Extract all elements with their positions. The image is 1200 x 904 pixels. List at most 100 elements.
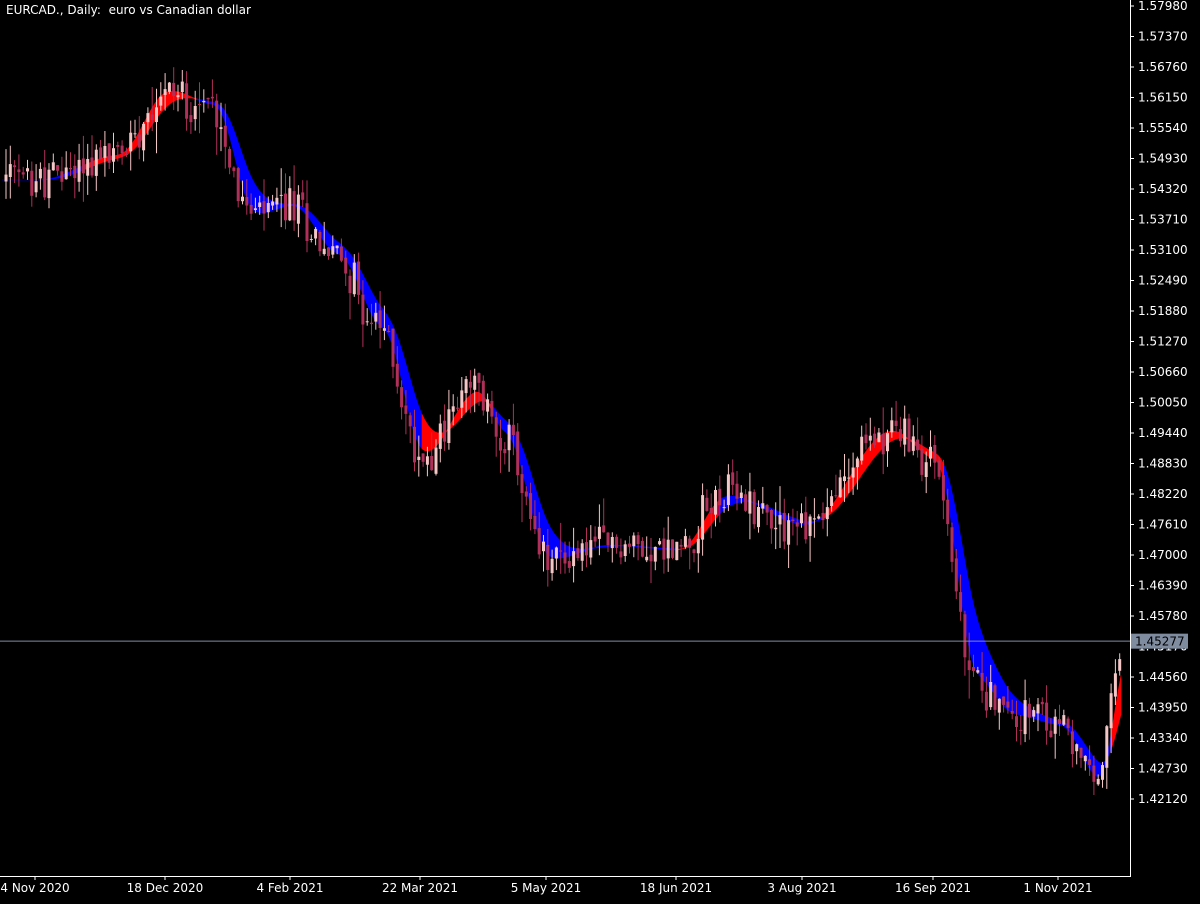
candle-body — [512, 425, 515, 435]
y-tick-label: 1.51270 — [1138, 335, 1188, 349]
candle-body — [736, 484, 739, 499]
candle-body — [241, 197, 244, 202]
candle-body — [680, 545, 683, 547]
candle-body — [748, 491, 751, 513]
candle-body — [1067, 719, 1070, 728]
candle-body — [95, 150, 98, 176]
candle-body — [796, 522, 799, 526]
candle-body — [903, 419, 906, 445]
candle-body — [39, 169, 42, 179]
candle-body — [103, 146, 106, 158]
candle-body — [306, 203, 309, 241]
candle-body — [413, 427, 416, 463]
candle-body — [607, 533, 610, 546]
candle-body — [164, 89, 167, 95]
candle-body — [108, 143, 111, 163]
candle-body — [860, 437, 863, 461]
band-segment-bull — [863, 451, 866, 473]
y-tick-label: 1.53100 — [1138, 243, 1188, 257]
candle-body — [753, 492, 756, 524]
candle-body — [546, 545, 549, 570]
candle-body — [82, 159, 85, 174]
candle-body — [1071, 731, 1074, 754]
candle-body — [525, 492, 528, 497]
candle-body — [1041, 702, 1044, 704]
candle-body — [718, 489, 721, 506]
band-segment-bear — [998, 671, 1001, 702]
band-segment-bear — [635, 546, 638, 547]
price-tag-label: 1.45277 — [1135, 635, 1185, 649]
candle-body — [938, 461, 941, 477]
candle-body — [662, 539, 665, 560]
band-segment-bear — [1019, 701, 1022, 715]
title-sep-2: : — [97, 3, 109, 17]
x-tick-label: 16 Sep 2021 — [895, 881, 971, 895]
candle-body — [263, 201, 266, 213]
candle-body — [267, 203, 270, 212]
candle-body — [460, 390, 463, 407]
candle-body — [551, 559, 554, 573]
candle-body — [185, 83, 188, 118]
chart-area[interactable]: 1.579801.573701.567601.561501.555401.549… — [0, 0, 1200, 900]
candle-body — [611, 537, 614, 548]
candle-body — [447, 409, 450, 443]
candle-body — [994, 685, 997, 710]
candle-body — [817, 516, 820, 518]
candle-body — [499, 438, 502, 451]
candle-body — [594, 537, 597, 542]
y-tick-label: 1.50660 — [1138, 365, 1188, 379]
candle-body — [297, 195, 300, 224]
candle-body — [275, 198, 278, 205]
candle-body — [99, 147, 102, 159]
candle-body — [744, 494, 747, 511]
candle-body — [5, 175, 8, 182]
candle-body — [86, 159, 89, 176]
candle-body — [357, 262, 360, 295]
candle-body — [800, 513, 803, 523]
candle-body — [374, 313, 377, 322]
candle-body — [564, 553, 567, 564]
y-tick-label: 1.43340 — [1138, 731, 1188, 745]
candle — [671, 539, 674, 559]
candle-body — [426, 456, 429, 464]
candle-body — [9, 164, 12, 177]
x-tick-label: 4 Nov 2020 — [0, 881, 69, 895]
band-segment-bear — [278, 203, 281, 209]
candle-body — [731, 472, 734, 485]
candle-body — [17, 169, 20, 172]
y-tick-label: 1.54930 — [1138, 152, 1188, 166]
candle-body — [404, 406, 407, 414]
candle-body — [495, 417, 498, 436]
candle-body — [826, 507, 829, 519]
candle-body — [929, 447, 932, 459]
candle-body — [215, 101, 218, 128]
candle-body — [705, 498, 708, 511]
candle-body — [839, 477, 842, 497]
y-tick-label: 1.43950 — [1138, 701, 1188, 715]
candle-body — [314, 229, 317, 239]
candle-body — [245, 197, 248, 205]
candle-body — [189, 115, 192, 122]
candle-body — [116, 145, 119, 147]
candle-body — [852, 468, 855, 478]
candle-body — [60, 171, 63, 182]
candle-body — [370, 323, 373, 324]
candle-body — [619, 551, 622, 557]
candle-body — [1045, 703, 1048, 731]
candle-body — [490, 401, 493, 417]
candle — [675, 542, 678, 561]
band-segment-bear — [1013, 695, 1016, 714]
candle-body — [52, 162, 55, 170]
candle-body — [645, 557, 648, 561]
band-segment-bear — [419, 407, 422, 449]
candle-body — [628, 544, 631, 547]
y-tick-label: 1.52490 — [1138, 274, 1188, 288]
band-segment-bull — [428, 425, 431, 451]
chart-background — [0, 0, 1200, 900]
candle-body — [172, 83, 175, 96]
candle-body — [654, 547, 657, 562]
candle-body — [1037, 704, 1040, 713]
candle-body — [456, 408, 459, 409]
candle-body — [366, 321, 369, 322]
candle-body — [181, 82, 184, 92]
